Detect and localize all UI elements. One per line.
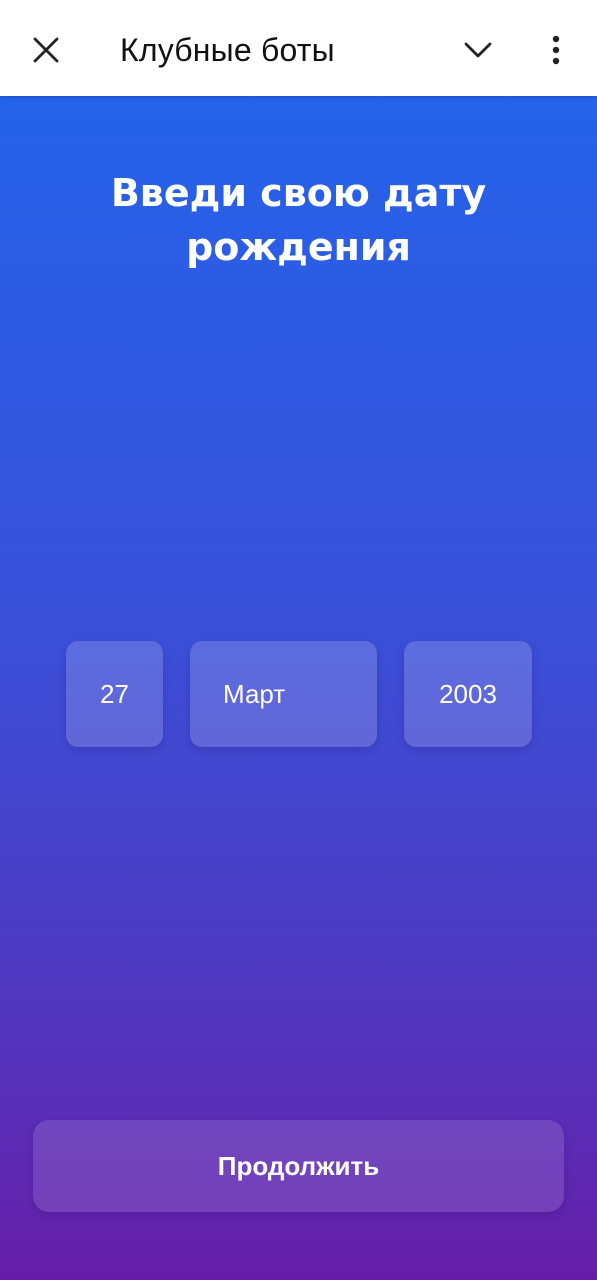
chevron-down-icon — [464, 42, 492, 58]
year-field[interactable]: 2003 — [404, 641, 532, 747]
close-button[interactable] — [22, 26, 70, 74]
page-title: Введи свою дату рождения — [110, 171, 487, 269]
day-field[interactable]: 27 — [66, 641, 163, 747]
header-bar: Клубные боты — [0, 0, 597, 96]
birthdate-screen: Введи свою дату рождения 27 Март 2003 Пр… — [0, 96, 597, 1280]
close-icon — [33, 37, 59, 63]
collapse-button[interactable] — [454, 26, 502, 74]
app-root: Клубные боты Введи свою дату рождения 27… — [0, 0, 597, 1280]
continue-button[interactable]: Продолжить — [33, 1120, 564, 1212]
header-title: Клубные боты — [120, 32, 335, 68]
more-options-button[interactable] — [532, 26, 580, 74]
month-field[interactable]: Март — [190, 641, 377, 747]
more-vertical-icon — [552, 35, 560, 65]
